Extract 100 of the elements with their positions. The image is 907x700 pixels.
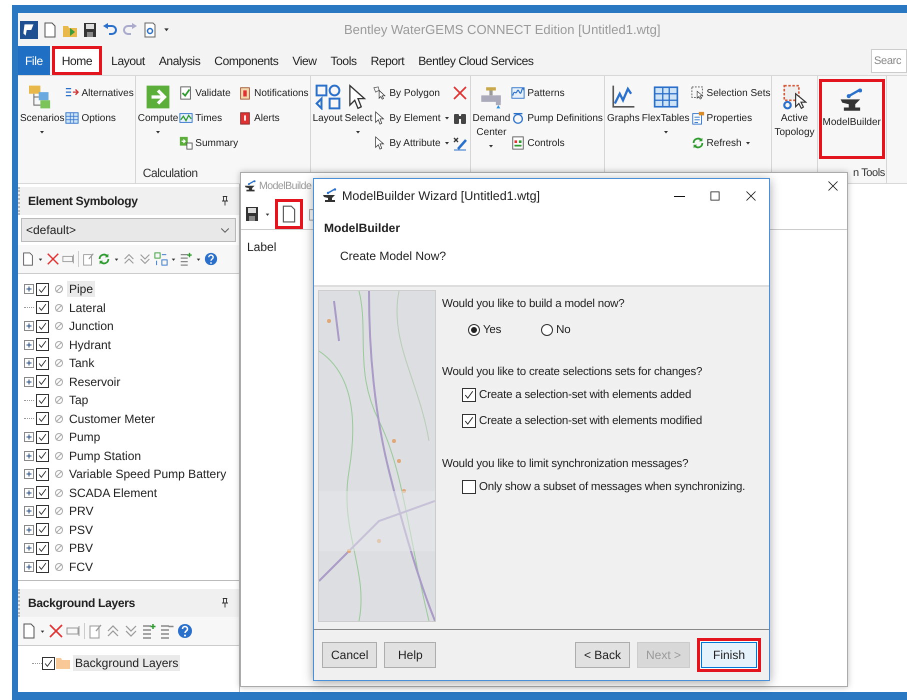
tree-item[interactable]: Background Layers bbox=[73, 655, 180, 672]
dialog-button[interactable]: Finish bbox=[697, 638, 761, 672]
tree-item[interactable]: Pipe bbox=[67, 281, 96, 298]
save-icon[interactable] bbox=[82, 22, 98, 38]
checkbox[interactable] bbox=[36, 449, 49, 462]
save-icon[interactable] bbox=[244, 206, 260, 222]
checkbox[interactable] bbox=[36, 560, 49, 574]
expand-icon[interactable] bbox=[22, 282, 36, 296]
ribbon-tab[interactable]: Layout bbox=[104, 46, 152, 75]
checkbox[interactable] bbox=[36, 338, 49, 352]
tree-item[interactable]: FCV bbox=[67, 558, 95, 575]
checkbox[interactable] bbox=[36, 542, 49, 555]
ribbon-button[interactable]: Refresh bbox=[690, 132, 770, 154]
checkbox[interactable] bbox=[36, 282, 49, 296]
tree-item[interactable]: Variable Speed Pump Battery bbox=[67, 466, 228, 482]
radio-option[interactable]: No bbox=[541, 324, 570, 336]
radio-option[interactable]: Yes bbox=[468, 324, 502, 336]
ribbon-button[interactable]: By Attribute bbox=[373, 132, 451, 154]
preview-icon[interactable] bbox=[142, 22, 158, 38]
ribbon-tab[interactable]: Home bbox=[52, 46, 102, 75]
move-down-icon[interactable] bbox=[123, 623, 139, 639]
remove-layer-icon[interactable] bbox=[159, 623, 175, 639]
move-up-icon[interactable] bbox=[105, 623, 121, 639]
rename-icon[interactable] bbox=[66, 623, 82, 639]
ribbon-button[interactable]: Layout bbox=[312, 82, 344, 164]
new-button[interactable] bbox=[275, 199, 303, 229]
ribbon-button[interactable]: Compute bbox=[136, 82, 180, 164]
ribbon-button[interactable]: Graphs bbox=[606, 82, 641, 164]
sort-icon[interactable] bbox=[154, 252, 168, 266]
ribbon-tab[interactable]: Components bbox=[207, 46, 286, 75]
dialog-button[interactable]: Cancel bbox=[322, 642, 378, 668]
edit-icon[interactable] bbox=[81, 252, 95, 266]
ribbon-tab[interactable]: Report bbox=[364, 46, 412, 75]
expand-icon[interactable] bbox=[22, 486, 36, 500]
tree-item[interactable]: Reservoir bbox=[67, 374, 122, 390]
checkbox[interactable] bbox=[36, 394, 49, 407]
tree-item[interactable]: SCADA Element bbox=[67, 484, 160, 501]
expand-icon[interactable] bbox=[22, 541, 36, 556]
caret-icon[interactable] bbox=[195, 256, 202, 262]
dialog-button[interactable]: Help bbox=[384, 642, 436, 668]
checkbox-option[interactable]: Only show a subset of messages when synchronizing. bbox=[462, 480, 746, 494]
checkbox[interactable] bbox=[36, 320, 49, 333]
ribbon-button[interactable]: Controls bbox=[511, 132, 603, 154]
caret-icon[interactable] bbox=[37, 256, 44, 262]
ribbon-button[interactable]: Pump Definitions bbox=[511, 107, 603, 129]
ribbon-button[interactable]: Active Topology bbox=[773, 82, 816, 164]
checkbox[interactable] bbox=[36, 486, 49, 500]
help-icon[interactable] bbox=[204, 252, 218, 266]
checkbox[interactable] bbox=[42, 656, 55, 670]
ribbon-button[interactable]: Patterns bbox=[511, 82, 603, 104]
ribbon-button[interactable]: Scenarios bbox=[19, 82, 66, 164]
ribbon-button[interactable]: Times bbox=[179, 107, 238, 129]
checkbox[interactable] bbox=[36, 412, 49, 426]
add-layer-icon[interactable] bbox=[141, 623, 157, 639]
expand-icon[interactable] bbox=[22, 374, 36, 389]
checkbox-option[interactable]: Create a selection-set with elements modified bbox=[462, 414, 746, 428]
pin-icon[interactable] bbox=[219, 597, 231, 609]
expand-icon[interactable] bbox=[22, 522, 36, 537]
move-down-icon[interactable] bbox=[138, 252, 152, 266]
document-icon[interactable] bbox=[21, 623, 37, 639]
checkbox[interactable] bbox=[36, 430, 49, 444]
expand-icon[interactable] bbox=[22, 467, 36, 482]
caret-icon[interactable] bbox=[170, 256, 177, 262]
tree-item[interactable]: PSV bbox=[67, 522, 96, 538]
rename-icon[interactable] bbox=[62, 252, 76, 266]
file-menu[interactable]: File bbox=[18, 46, 50, 75]
ribbon-button[interactable]: By Polygon bbox=[373, 82, 451, 104]
tree-item[interactable]: Pump bbox=[67, 429, 102, 446]
expand-icon[interactable] bbox=[22, 338, 36, 352]
tree-item[interactable]: Tank bbox=[67, 355, 96, 372]
ribbon-tab[interactable]: Tools bbox=[324, 46, 364, 75]
expand-icon[interactable] bbox=[22, 560, 36, 574]
expand-icon[interactable] bbox=[22, 448, 36, 463]
checkbox[interactable] bbox=[36, 504, 49, 518]
ribbon-button[interactable]: ModelBuilder bbox=[818, 79, 885, 159]
ribbon-button[interactable]: FlexTables bbox=[640, 82, 691, 164]
tree-item[interactable]: Lateral bbox=[67, 300, 108, 316]
expand-icon[interactable] bbox=[22, 504, 36, 518]
expand-icon[interactable] bbox=[22, 430, 36, 444]
pin-icon[interactable] bbox=[219, 195, 231, 207]
checkbox[interactable] bbox=[36, 523, 49, 536]
edit-icon[interactable] bbox=[87, 623, 103, 639]
ribbon-tab[interactable]: Bentley Cloud Services bbox=[411, 46, 540, 75]
caret-icon[interactable] bbox=[113, 256, 120, 262]
ribbon-button[interactable]: Summary bbox=[179, 132, 238, 154]
tree-item[interactable]: Hydrant bbox=[67, 336, 114, 353]
caret-icon[interactable] bbox=[39, 628, 46, 634]
undo-icon[interactable] bbox=[102, 22, 118, 38]
document-icon[interactable] bbox=[42, 22, 58, 38]
tree-item[interactable]: PBV bbox=[67, 540, 96, 556]
tree-item[interactable]: Pump Station bbox=[67, 448, 144, 464]
ribbon-button[interactable]: Alternatives bbox=[65, 82, 134, 104]
checkbox-option[interactable]: Create a selection-set with elements added bbox=[462, 388, 746, 402]
delete-icon[interactable] bbox=[46, 252, 60, 266]
tree-item[interactable]: PRV bbox=[67, 503, 96, 520]
dialog-button[interactable]: < Back bbox=[574, 642, 630, 668]
ribbon-button[interactable]: Notifications bbox=[238, 82, 309, 104]
expand-icon[interactable] bbox=[22, 319, 36, 334]
checkbox[interactable] bbox=[36, 356, 49, 370]
close-button[interactable] bbox=[827, 180, 839, 192]
